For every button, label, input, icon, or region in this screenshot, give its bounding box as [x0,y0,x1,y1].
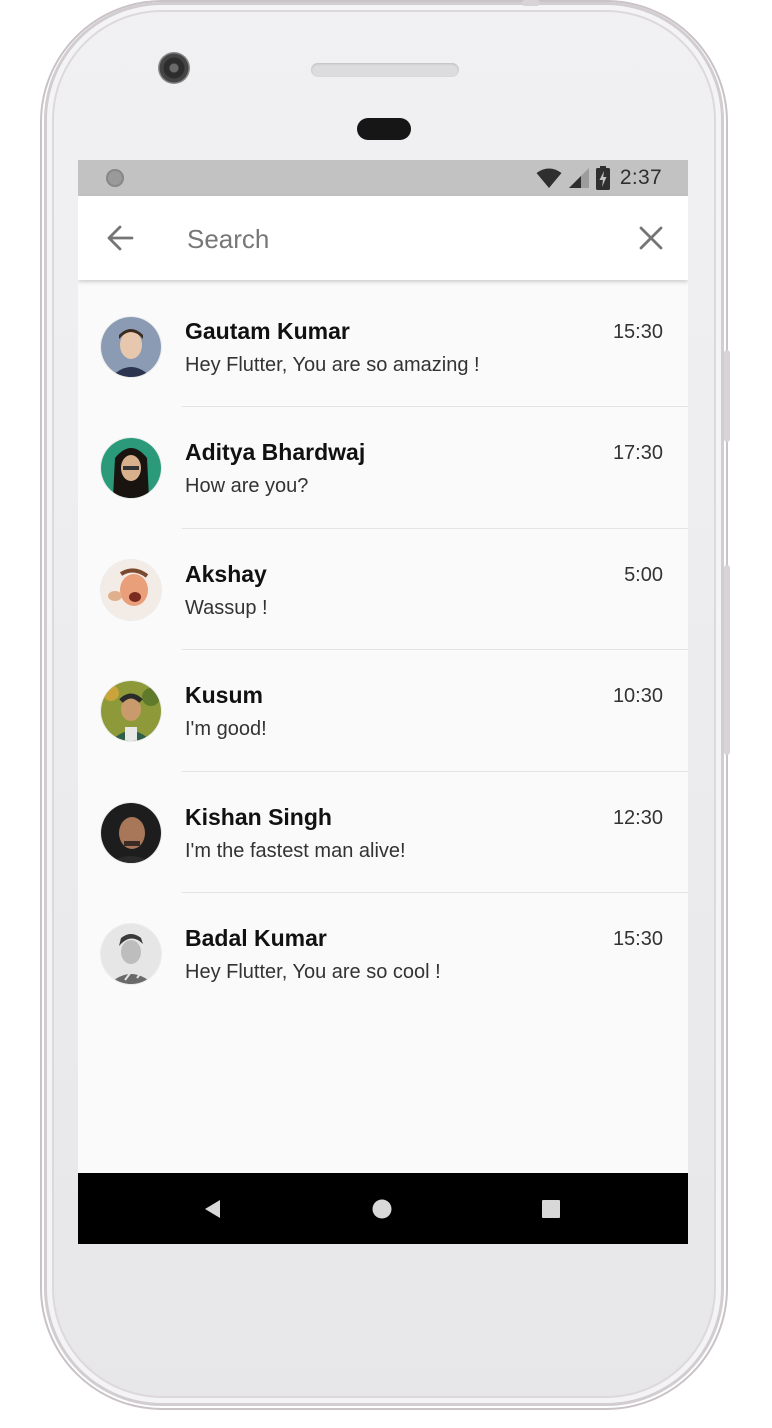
avatar [101,438,161,499]
contact-name: Badal Kumar [185,924,327,951]
contact-name: Kusum [185,682,263,709]
chat-row[interactable]: Aditya Bhardwaj How are you? 17:30 [78,407,688,529]
top-edge-detail [522,0,540,6]
message-time: 12:30 [612,806,663,829]
message-preview: Hey Flutter, You are so amazing ! [185,354,480,376]
back-triangle-icon [205,1199,220,1218]
chat-list: Gautam Kumar Hey Flutter, You are so ama… [78,286,688,1014]
system-nav-bar [78,1173,688,1244]
close-icon[interactable] [638,225,664,251]
status-bar: 2:37 [78,160,688,196]
phone-screen: 2:37 Gautam Kumar Hey Flutter, You are s… [78,160,688,1244]
battery-charging-icon [595,166,610,190]
message-time: 5:00 [624,563,663,586]
message-preview: Wassup ! [185,596,268,619]
avatar [101,681,161,742]
contact-name: Kishan Singh [185,803,332,830]
chat-row[interactable]: Kusum I'm good! 10:30 [78,650,688,772]
message-time: 17:30 [612,442,663,465]
message-time: 10:30 [612,685,663,708]
chat-row[interactable]: Akshay Wassup ! 5:00 [78,529,688,651]
nav-recents-button[interactable] [511,1173,591,1244]
signal-icon [568,168,589,188]
message-preview: How are you? [185,475,309,498]
message-time: 15:30 [612,321,663,343]
message-preview: Hey Flutter, You are so cool ! [185,960,441,983]
contact-name: Aditya Bhardwaj [185,439,366,466]
nav-home-button[interactable] [342,1173,422,1244]
search-app-bar [78,196,688,280]
contact-name: Gautam Kumar [185,318,350,344]
home-circle-icon [372,1199,392,1218]
nav-back-button[interactable] [173,1173,253,1244]
chat-row[interactable]: Kishan Singh I'm the fastest man alive! … [78,772,688,893]
search-input[interactable] [185,216,619,262]
wifi-icon [536,168,562,188]
proximity-sensor [357,118,411,140]
chat-row[interactable]: Badal Kumar Hey Flutter, You are so cool… [78,893,688,1014]
status-time: 2:37 [619,166,662,189]
message-time: 15:30 [612,927,663,950]
front-camera [158,52,190,84]
message-preview: I'm good! [185,718,267,741]
avatar [101,317,161,377]
avatar [101,923,161,984]
recents-square-icon [542,1199,560,1218]
contact-name: Akshay [185,560,267,587]
avatar [101,559,161,620]
volume-button [724,565,730,755]
earpiece-speaker [311,63,459,77]
power-button [724,350,730,442]
arrow-back-icon[interactable] [106,224,134,252]
status-icons: 2:37 [536,165,662,191]
notification-dot-icon [106,169,124,187]
message-preview: I'm the fastest man alive! [185,839,406,862]
chat-row[interactable]: Gautam Kumar Hey Flutter, You are so ama… [78,286,688,408]
avatar [101,802,161,863]
